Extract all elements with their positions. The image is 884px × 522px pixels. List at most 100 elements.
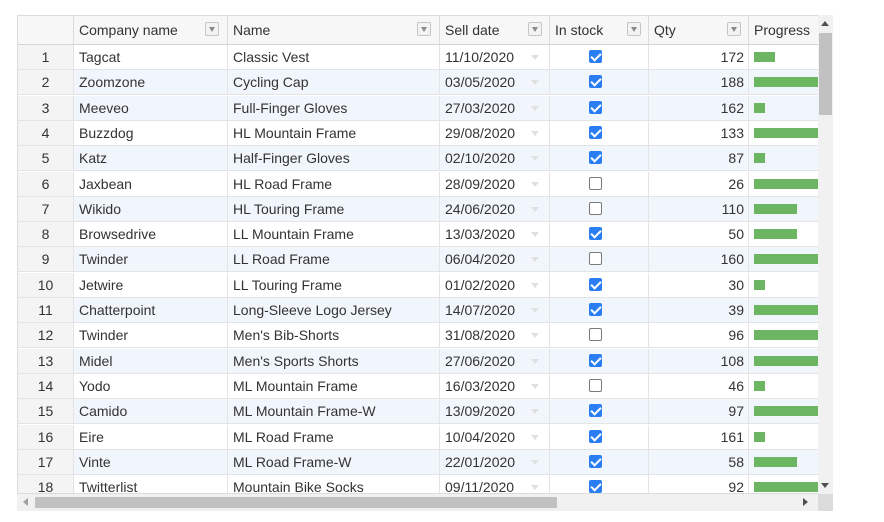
company-cell[interactable]: Tagcat bbox=[74, 45, 228, 70]
in-stock-cell[interactable] bbox=[550, 449, 649, 475]
qty-cell[interactable]: 161 bbox=[649, 424, 749, 450]
qty-cell[interactable]: 188 bbox=[649, 70, 749, 96]
vertical-scroll-thumb[interactable] bbox=[819, 33, 832, 115]
in-stock-cell[interactable] bbox=[550, 45, 649, 70]
company-cell[interactable]: Katz bbox=[74, 146, 228, 172]
date-dropdown-icon[interactable] bbox=[531, 257, 539, 263]
table-row[interactable]: 18 Twitterlist Mountain Bike Socks 09/11/20… bbox=[18, 475, 832, 493]
scroll-left-arrow-icon[interactable] bbox=[23, 498, 28, 506]
filter-dropdown-icon[interactable] bbox=[417, 22, 431, 36]
in-stock-cell[interactable] bbox=[550, 348, 649, 374]
in-stock-checkbox[interactable] bbox=[589, 277, 602, 291]
company-cell[interactable]: Browsedrive bbox=[74, 222, 228, 248]
sell-date-cell[interactable]: 10/04/2020 bbox=[440, 424, 550, 450]
in-stock-cell[interactable] bbox=[550, 120, 649, 146]
in-stock-checkbox[interactable] bbox=[589, 176, 602, 190]
table-row[interactable]: 10 Jetwire LL Touring Frame 01/02/2020 30 bbox=[18, 272, 832, 298]
in-stock-cell[interactable] bbox=[550, 323, 649, 349]
header-in-stock[interactable]: In stock bbox=[550, 16, 649, 44]
filter-dropdown-icon[interactable] bbox=[528, 22, 542, 36]
date-dropdown-icon[interactable] bbox=[531, 308, 539, 313]
header-qty[interactable]: Qty bbox=[649, 16, 749, 44]
vertical-scrollbar[interactable] bbox=[818, 15, 833, 494]
qty-cell[interactable]: 97 bbox=[649, 399, 749, 425]
table-row[interactable]: 7 Wikido HL Touring Frame 24/06/2020 110 bbox=[18, 196, 832, 222]
qty-cell[interactable]: 96 bbox=[649, 323, 749, 349]
sell-date-cell[interactable]: 28/09/2020 bbox=[440, 171, 550, 197]
product-name-cell[interactable]: Full-Finger Gloves bbox=[228, 95, 440, 121]
horizontal-scroll-thumb[interactable] bbox=[35, 497, 557, 508]
in-stock-cell[interactable] bbox=[550, 399, 649, 425]
company-cell[interactable]: Wikido bbox=[74, 196, 228, 222]
qty-cell[interactable]: 26 bbox=[649, 171, 749, 197]
qty-cell[interactable]: 30 bbox=[649, 272, 749, 298]
in-stock-cell[interactable] bbox=[550, 272, 649, 298]
filter-dropdown-icon[interactable] bbox=[727, 22, 741, 36]
qty-cell[interactable]: 92 bbox=[649, 475, 749, 493]
date-dropdown-icon[interactable] bbox=[531, 485, 539, 491]
product-name-cell[interactable]: ML Road Frame bbox=[228, 424, 440, 450]
date-dropdown-icon[interactable] bbox=[531, 55, 539, 60]
product-name-cell[interactable]: ML Road Frame-W bbox=[228, 449, 440, 475]
product-name-cell[interactable]: Long-Sleeve Logo Jersey bbox=[228, 298, 440, 323]
date-dropdown-icon[interactable] bbox=[531, 181, 539, 187]
table-row[interactable]: 2 Zoomzone Cycling Cap 03/05/2020 188 bbox=[18, 70, 832, 96]
in-stock-checkbox[interactable] bbox=[589, 75, 602, 89]
in-stock-cell[interactable] bbox=[550, 171, 649, 197]
date-dropdown-icon[interactable] bbox=[531, 156, 539, 162]
in-stock-checkbox[interactable] bbox=[589, 454, 602, 468]
date-dropdown-icon[interactable] bbox=[531, 80, 539, 86]
product-name-cell[interactable]: HL Touring Frame bbox=[228, 196, 440, 222]
company-cell[interactable]: Zoomzone bbox=[74, 70, 228, 96]
sell-date-cell[interactable]: 13/03/2020 bbox=[440, 222, 550, 248]
date-dropdown-icon[interactable] bbox=[531, 333, 539, 339]
header-sell-date[interactable]: Sell date bbox=[440, 16, 550, 44]
product-name-cell[interactable]: LL Touring Frame bbox=[228, 272, 440, 298]
filter-dropdown-icon[interactable] bbox=[627, 22, 641, 36]
date-dropdown-icon[interactable] bbox=[531, 459, 539, 465]
in-stock-cell[interactable] bbox=[550, 196, 649, 222]
sell-date-cell[interactable]: 03/05/2020 bbox=[440, 70, 550, 96]
header-company-name[interactable]: Company name bbox=[74, 16, 228, 44]
sell-date-cell[interactable]: 13/09/2020 bbox=[440, 399, 550, 425]
sell-date-cell[interactable]: 02/10/2020 bbox=[440, 146, 550, 172]
scroll-right-arrow-icon[interactable] bbox=[803, 498, 808, 506]
table-row[interactable]: 13 Midel Men's Sports Shorts 27/06/2020 108 bbox=[18, 348, 832, 374]
sell-date-cell[interactable]: 09/11/2020 bbox=[440, 475, 550, 493]
product-name-cell[interactable]: Mountain Bike Socks bbox=[228, 475, 440, 493]
qty-cell[interactable]: 39 bbox=[649, 298, 749, 323]
date-dropdown-icon[interactable] bbox=[531, 282, 539, 288]
company-cell[interactable]: Twinder bbox=[74, 247, 228, 273]
company-cell[interactable]: Jaxbean bbox=[74, 171, 228, 197]
date-dropdown-icon[interactable] bbox=[531, 383, 539, 389]
in-stock-cell[interactable] bbox=[550, 146, 649, 172]
qty-cell[interactable]: 108 bbox=[649, 348, 749, 374]
in-stock-checkbox[interactable] bbox=[589, 125, 602, 139]
table-row[interactable]: 8 Browsedrive LL Mountain Frame 13/03/2020 5… bbox=[18, 222, 832, 248]
in-stock-cell[interactable] bbox=[550, 298, 649, 323]
sell-date-cell[interactable]: 27/06/2020 bbox=[440, 348, 550, 374]
sell-date-cell[interactable]: 24/06/2020 bbox=[440, 196, 550, 222]
company-cell[interactable]: Meeveo bbox=[74, 95, 228, 121]
company-cell[interactable]: Midel bbox=[74, 348, 228, 374]
company-cell[interactable]: Eire bbox=[74, 424, 228, 450]
sell-date-cell[interactable]: 06/04/2020 bbox=[440, 247, 550, 273]
qty-cell[interactable]: 50 bbox=[649, 222, 749, 248]
in-stock-checkbox[interactable] bbox=[589, 227, 602, 241]
sell-date-cell[interactable]: 29/08/2020 bbox=[440, 120, 550, 146]
table-row[interactable]: 11 Chatterpoint Long-Sleeve Logo Jersey 14/… bbox=[18, 298, 832, 323]
table-row[interactable]: 3 Meeveo Full-Finger Gloves 27/03/2020 162 bbox=[18, 95, 832, 121]
in-stock-checkbox[interactable] bbox=[589, 378, 602, 392]
qty-cell[interactable]: 87 bbox=[649, 146, 749, 172]
product-name-cell[interactable]: Cycling Cap bbox=[228, 70, 440, 96]
in-stock-cell[interactable] bbox=[550, 70, 649, 96]
product-name-cell[interactable]: Half-Finger Gloves bbox=[228, 146, 440, 172]
qty-cell[interactable]: 160 bbox=[649, 247, 749, 273]
qty-cell[interactable]: 46 bbox=[649, 373, 749, 399]
sell-date-cell[interactable]: 16/03/2020 bbox=[440, 373, 550, 399]
in-stock-checkbox[interactable] bbox=[589, 353, 602, 367]
date-dropdown-icon[interactable] bbox=[531, 358, 539, 364]
filter-dropdown-icon[interactable] bbox=[205, 22, 219, 36]
date-dropdown-icon[interactable] bbox=[531, 105, 539, 111]
company-cell[interactable]: Buzzdog bbox=[74, 120, 228, 146]
